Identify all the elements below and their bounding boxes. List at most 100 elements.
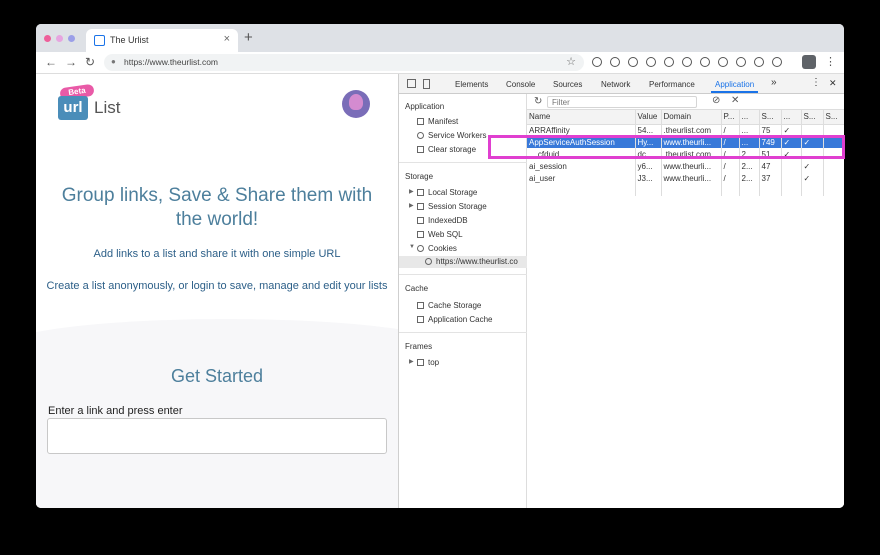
cookie-icon xyxy=(417,245,424,252)
extension-icon[interactable] xyxy=(682,57,692,67)
column-header-secure[interactable]: S... xyxy=(801,110,824,125)
table-cell: J3... xyxy=(635,172,662,184)
grid-icon xyxy=(417,203,424,210)
logo-box[interactable]: url xyxy=(58,96,88,120)
sidebar-item-indexeddb[interactable]: IndexedDB xyxy=(417,216,468,225)
logo-text[interactable]: List xyxy=(94,98,120,118)
tab-network[interactable]: Network xyxy=(601,80,630,89)
favicon-icon xyxy=(94,35,105,46)
table-cell: 47 xyxy=(759,160,782,172)
table-cell: ai_user xyxy=(527,172,636,184)
bookmark-star-icon[interactable]: ☆ xyxy=(566,55,576,68)
extension-icon[interactable] xyxy=(754,57,764,67)
extension-icon[interactable] xyxy=(610,57,620,67)
tab-performance[interactable]: Performance xyxy=(649,80,695,89)
sidebar-item-local-storage[interactable]: ▶ Local Storage xyxy=(409,188,477,197)
clear-all-icon[interactable]: ⊘ xyxy=(712,95,720,106)
extension-icon[interactable] xyxy=(718,57,728,67)
sidebar-item-cookie-origin[interactable]: https://www.theurlist.co xyxy=(399,256,527,268)
window-close-dot[interactable] xyxy=(44,35,51,42)
back-button[interactable]: ← xyxy=(45,55,57,69)
table-cell: ✓ xyxy=(801,160,824,172)
inspect-element-icon[interactable] xyxy=(407,79,416,88)
sidebar-item-application-cache[interactable]: Application Cache xyxy=(417,315,492,324)
globe-icon xyxy=(425,258,432,265)
extension-icon[interactable] xyxy=(772,57,782,67)
column-header-domain[interactable]: Domain xyxy=(661,110,722,125)
browser-tab[interactable]: The Urlist × xyxy=(86,29,238,52)
table-cell: www.theurli... xyxy=(661,172,722,184)
table-cell: 2... xyxy=(739,160,760,172)
tab-elements[interactable]: Elements xyxy=(455,80,488,89)
tab-console[interactable]: Console xyxy=(506,80,535,89)
table-header-row: Name Value Domain P... ... S... ... S...… xyxy=(527,110,844,125)
frame-icon xyxy=(417,359,424,366)
table-row[interactable]: ai_user J3... www.theurli... / 2... 37 ✓ xyxy=(527,172,844,184)
sidebar-item-cache-storage[interactable]: Cache Storage xyxy=(417,301,481,310)
headline: Group links, Save & Share them with the … xyxy=(61,185,373,230)
sidebar-item-cookies[interactable]: ▼ Cookies xyxy=(409,244,457,253)
section-frames-header: Frames xyxy=(405,342,433,351)
collapse-arrow-icon[interactable]: ▼ xyxy=(409,244,415,250)
expand-arrow-icon[interactable]: ▶ xyxy=(409,202,414,209)
table-cell: / xyxy=(721,172,740,184)
extension-icon[interactable] xyxy=(646,57,656,67)
forward-button[interactable]: → xyxy=(65,55,77,69)
address-bar[interactable]: ● https://www.theurlist.com ☆ xyxy=(104,54,584,71)
table-cell xyxy=(781,160,802,172)
filter-input[interactable] xyxy=(547,96,697,108)
window-minimize-dot[interactable] xyxy=(56,35,63,42)
extension-icon[interactable] xyxy=(628,57,638,67)
expand-arrow-icon[interactable]: ▶ xyxy=(409,358,414,365)
new-tab-button[interactable]: + xyxy=(244,29,253,46)
cache-icon xyxy=(417,302,424,309)
device-toolbar-icon[interactable] xyxy=(423,79,430,89)
sidebar-item-web-sql[interactable]: Web SQL xyxy=(417,230,463,239)
highlight-annotation xyxy=(488,135,845,159)
extension-icon[interactable] xyxy=(700,57,710,67)
manifest-icon xyxy=(417,118,424,125)
column-header-samesite[interactable]: S... xyxy=(823,110,844,125)
link-input-label: Enter a link and press enter xyxy=(48,405,183,417)
tab-sources[interactable]: Sources xyxy=(553,80,582,89)
column-header-path[interactable]: P... xyxy=(721,110,740,125)
link-input[interactable] xyxy=(47,418,387,454)
table-row[interactable]: ai_session y6... www.theurli... / 2... 4… xyxy=(527,160,844,172)
tab-application[interactable]: Application xyxy=(710,80,759,93)
extension-icon[interactable] xyxy=(736,57,746,67)
table-cell: www.theurli... xyxy=(661,160,722,172)
section-application-header: Application xyxy=(405,102,445,111)
column-header-httponly[interactable]: ... xyxy=(781,110,802,125)
browser-menu-icon[interactable]: ⋮ xyxy=(825,55,836,68)
column-header-name[interactable]: Name xyxy=(527,110,636,125)
more-tabs-button[interactable]: » xyxy=(771,77,777,88)
sidebar-item-service-workers[interactable]: Service Workers xyxy=(417,131,487,140)
column-header-size[interactable]: S... xyxy=(759,110,782,125)
table-cell: y6... xyxy=(635,160,662,172)
sidebar-item-session-storage[interactable]: ▶ Session Storage xyxy=(409,202,487,211)
tab-close-icon[interactable]: × xyxy=(224,33,230,45)
extension-icon[interactable] xyxy=(592,57,602,67)
tab-title: The Urlist xyxy=(110,35,149,45)
window-maximize-dot[interactable] xyxy=(68,35,75,42)
extension-icon[interactable] xyxy=(664,57,674,67)
delete-selected-icon[interactable]: ✕ xyxy=(731,95,739,106)
column-header-expires[interactable]: ... xyxy=(739,110,760,125)
devtools-close-icon[interactable]: ✕ xyxy=(829,78,837,89)
reload-button[interactable]: ↻ xyxy=(85,55,95,69)
user-avatar[interactable] xyxy=(342,90,370,118)
trash-icon xyxy=(417,146,424,153)
sidebar-item-clear-storage[interactable]: Clear storage xyxy=(417,145,476,154)
section-storage-header: Storage xyxy=(405,172,434,181)
avatar-face-icon xyxy=(349,94,363,110)
devtools-menu-icon[interactable]: ⋮ xyxy=(811,77,821,88)
profile-avatar-icon[interactable] xyxy=(802,55,816,69)
cookies-toolbar: ↻ ⊘ ✕ xyxy=(527,94,844,110)
table-row-empty xyxy=(527,184,844,196)
table-cell xyxy=(781,172,802,184)
sidebar-item-manifest[interactable]: Manifest xyxy=(417,117,458,126)
refresh-icon[interactable]: ↻ xyxy=(534,96,542,107)
expand-arrow-icon[interactable]: ▶ xyxy=(409,188,414,195)
sidebar-item-frame-top[interactable]: ▶ top xyxy=(409,358,439,367)
column-header-value[interactable]: Value xyxy=(635,110,662,125)
